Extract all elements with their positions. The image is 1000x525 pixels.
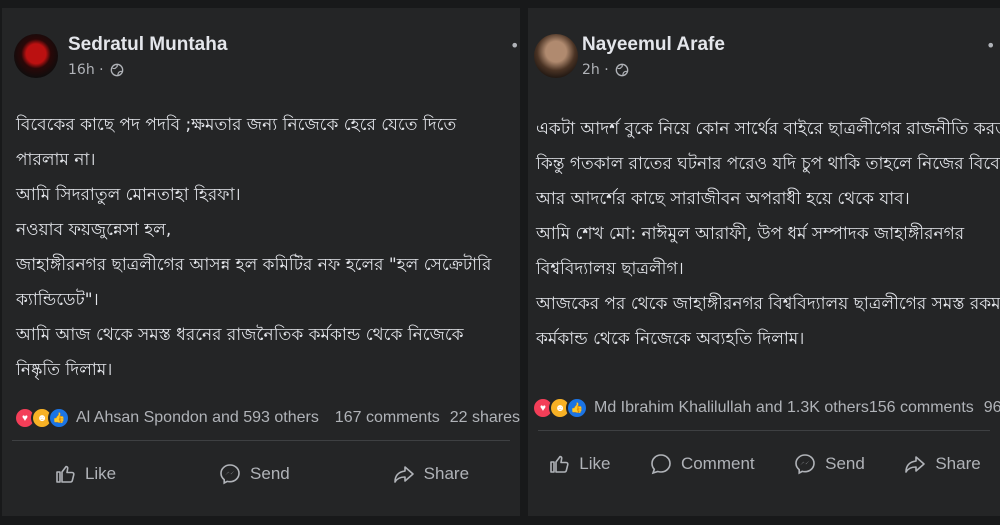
post-text: একটা আদর্শ বুকে নিয়ে কোন সার্থের বাইরে … [536,112,1000,357]
post-meta: 2h · [582,62,629,78]
comments-count[interactable]: 167 comments [335,409,440,427]
comments-count[interactable]: 156 comments [869,399,974,417]
send-button[interactable]: Send [793,452,865,476]
more-options-icon[interactable]: • [510,36,519,55]
like-button[interactable]: Like [53,462,116,486]
shares-count[interactable]: 96 shares [984,399,1000,417]
avatar[interactable] [534,34,578,78]
comment-button[interactable]: Comment [649,452,755,476]
post-line: ক্যান্ডিডেট"। [16,290,99,310]
like-label: Like [84,464,117,483]
thumbs-up-icon [56,465,75,483]
share-icon [905,456,926,473]
reaction-icons[interactable]: ♥ ☻ 👍 [14,407,70,429]
post-line: কিন্তু গতকাল রাতের ঘটনার পরেও যদি চুপ থা… [536,154,1000,174]
reaction-icons[interactable]: ♥ ☻ 👍 [532,397,588,419]
post-header: Sedratul Muntaha 16h · • [2,30,520,100]
like-reaction-icon: 👍 [566,397,588,419]
reactions-bar: ♥ ☻ 👍 Al Ahsan Spondon and 593 others 16… [14,406,520,430]
messenger-icon [220,464,240,485]
share-button[interactable]: Share [903,452,981,476]
send-label: Send [250,464,290,483]
post-line: পারলাম না। [16,150,96,170]
globe-icon [615,63,629,77]
like-button[interactable]: Like [547,452,610,476]
messenger-icon [795,454,815,475]
post-line: আজকের পর থেকে জাহাঙ্গীরনগর বিশ্ববিদ্যালয… [536,294,1000,314]
send-label: Send [825,454,865,473]
like-reaction-icon: 👍 [48,407,70,429]
like-label: Like [579,454,611,473]
divider [12,440,510,441]
share-label: Share [935,454,981,473]
shares-count[interactable]: 22 shares [450,409,520,427]
post-card-nayeemul: Nayeemul Arafe 2h · • একটা আদর্শ বুকে নি… [528,8,1000,516]
reactions-bar: ♥ ☻ 👍 Md Ibrahim Khalilullah and 1.3K ot… [532,396,1000,420]
avatar[interactable] [14,34,58,78]
comment-icon [651,454,671,475]
post-header: Nayeemul Arafe 2h · • [528,30,1000,100]
share-icon [393,466,414,483]
post-time[interactable]: 2h · [582,62,609,78]
send-button[interactable]: Send [218,462,290,486]
engagement-counts: 167 comments 22 shares [335,409,520,427]
post-line: বিশ্ববিদ্যালয় ছাত্রলীগ। [536,259,684,279]
author-name[interactable]: Nayeemul Arafe [582,34,725,56]
post-line: নওয়াব ফয়জুন্নেসা হল, [16,220,172,240]
action-bar: Like Send Share [2,452,520,496]
share-button[interactable]: Share [392,462,469,486]
divider [538,430,990,431]
share-label: Share [423,464,470,483]
thumbs-up-icon [550,455,569,473]
globe-icon [110,63,123,77]
comment-label: Comment [680,454,755,473]
post-line: জাহাঙ্গীরনগর ছাত্রলীগের আসন্ন হল কমিটির … [16,255,492,275]
post-line: আর আদর্শের কাছে সারাজীবন অপরাধী হয়ে থেক… [536,189,910,209]
author-name[interactable]: Sedratul Muntaha [68,34,227,56]
reactions-summary[interactable]: Md Ibrahim Khalilullah and 1.3K others [594,399,869,417]
post-meta: 16h · [68,62,124,78]
post-line: নিষ্কৃতি দিলাম। [16,360,113,380]
post-line: কর্মকান্ড থেকে নিজেকে অব্যহতি দিলাম। [536,329,805,349]
post-line: আমি সিদরাতুল মোনতাহা হিরফা। [16,185,241,205]
post-line: একটা আদর্শ বুকে নিয়ে কোন সার্থের বাইরে … [536,119,1000,139]
action-bar: Like Comment Send Share [528,442,1000,486]
post-line: আমি শেখ মো: নাঈমুল আরাফী, উপ ধর্ম সম্পাদ… [536,224,965,244]
post-line: আমি আজ থেকে সমস্ত ধরনের রাজনৈতিক কর্মকান… [16,325,464,345]
post-text: বিবেকের কাছে পদ পদবি ;ক্ষমতার জন্য নিজেক… [16,108,514,388]
engagement-counts: 156 comments 96 shares [869,399,1000,417]
post-line: বিবেকের কাছে পদ পদবি ;ক্ষমতার জন্য নিজেক… [16,115,457,135]
post-time[interactable]: 16h · [68,62,104,78]
more-options-icon[interactable]: • [986,36,995,55]
reactions-summary[interactable]: Al Ahsan Spondon and 593 others [76,409,319,427]
post-card-sedratul: Sedratul Muntaha 16h · • বিবেকের কাছে পদ… [2,8,520,516]
